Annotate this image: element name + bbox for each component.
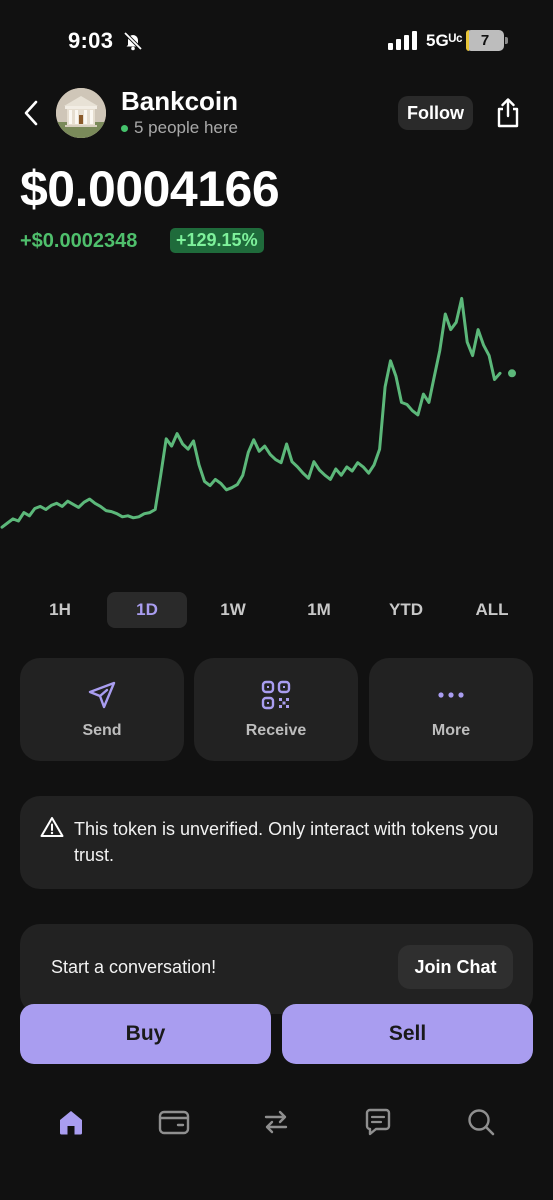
qr-code-icon <box>261 680 291 710</box>
receive-button[interactable]: Receive <box>194 658 358 761</box>
nav-home[interactable] <box>51 1102 91 1142</box>
back-icon <box>24 100 38 126</box>
follow-button[interactable]: Follow <box>398 96 473 130</box>
chart-series-line <box>0 296 502 529</box>
chat-icon <box>365 1108 391 1136</box>
wallet-icon <box>158 1110 190 1135</box>
join-chat-button[interactable]: Join Chat <box>398 945 513 989</box>
warning-text: This token is unverified. Only interact … <box>74 819 499 865</box>
receive-label: Receive <box>245 722 307 739</box>
battery-level: 7 <box>480 32 490 49</box>
tab-all[interactable]: ALL <box>452 592 532 628</box>
token-name: Bankcoin <box>121 86 239 116</box>
network-type: 5Gᵁᶜ <box>426 31 463 50</box>
price-chart[interactable] <box>0 280 553 570</box>
bank-building-icon <box>56 88 106 138</box>
tab-1d[interactable]: 1D <box>107 592 187 628</box>
conversation-prompt: Start a conversation! <box>51 957 217 977</box>
home-icon <box>60 1111 82 1135</box>
tab-1w[interactable]: 1W <box>193 592 273 628</box>
status-time: 9:03 <box>68 28 114 53</box>
nav-chat[interactable] <box>358 1102 398 1142</box>
back-button[interactable] <box>16 96 46 130</box>
tab-1m[interactable]: 1M <box>279 592 359 628</box>
token-price: $0.0004166 <box>20 161 280 217</box>
presence-text: 5 people here <box>134 118 238 137</box>
warning-icon <box>40 817 64 837</box>
signal-icon <box>388 31 417 50</box>
price-change-absolute: +$0.0002348 <box>20 230 138 252</box>
search-icon <box>468 1109 495 1136</box>
share-icon <box>497 98 519 128</box>
swap-icon <box>264 1110 288 1134</box>
online-dot-icon <box>121 124 128 132</box>
nav-search[interactable] <box>461 1102 501 1142</box>
bell-slash-icon <box>123 31 143 51</box>
more-button[interactable]: More <box>369 658 533 761</box>
more-label: More <box>431 722 471 739</box>
conversation-card: Start a conversation! Join Chat <box>20 924 533 1014</box>
status-bar: 9:03 5Gᵁᶜ 7 <box>0 0 553 70</box>
chart-current-point <box>506 367 518 380</box>
nav-swap[interactable] <box>256 1102 296 1142</box>
sell-button[interactable]: Sell <box>282 1004 533 1064</box>
more-dots-icon <box>438 692 464 698</box>
share-button[interactable] <box>490 94 526 132</box>
tab-1h[interactable]: 1H <box>20 592 100 628</box>
send-icon <box>88 681 116 709</box>
token-avatar <box>56 88 106 138</box>
presence-indicator: 5 people here <box>121 118 238 138</box>
battery-cap <box>505 37 508 44</box>
nav-wallet[interactable] <box>154 1102 194 1142</box>
tab-ytd[interactable]: YTD <box>366 592 446 628</box>
price-change-percent-badge: +129.15% <box>170 228 264 253</box>
send-label: Send <box>82 722 122 739</box>
unverified-token-warning: This token is unverified. Only interact … <box>20 796 533 889</box>
bottom-nav <box>0 1090 553 1200</box>
battery-icon: 7 <box>466 30 504 51</box>
buy-button[interactable]: Buy <box>20 1004 271 1064</box>
send-button[interactable]: Send <box>20 658 184 761</box>
timeframe-tabs: 1H 1D 1W 1M YTD ALL <box>17 592 537 630</box>
